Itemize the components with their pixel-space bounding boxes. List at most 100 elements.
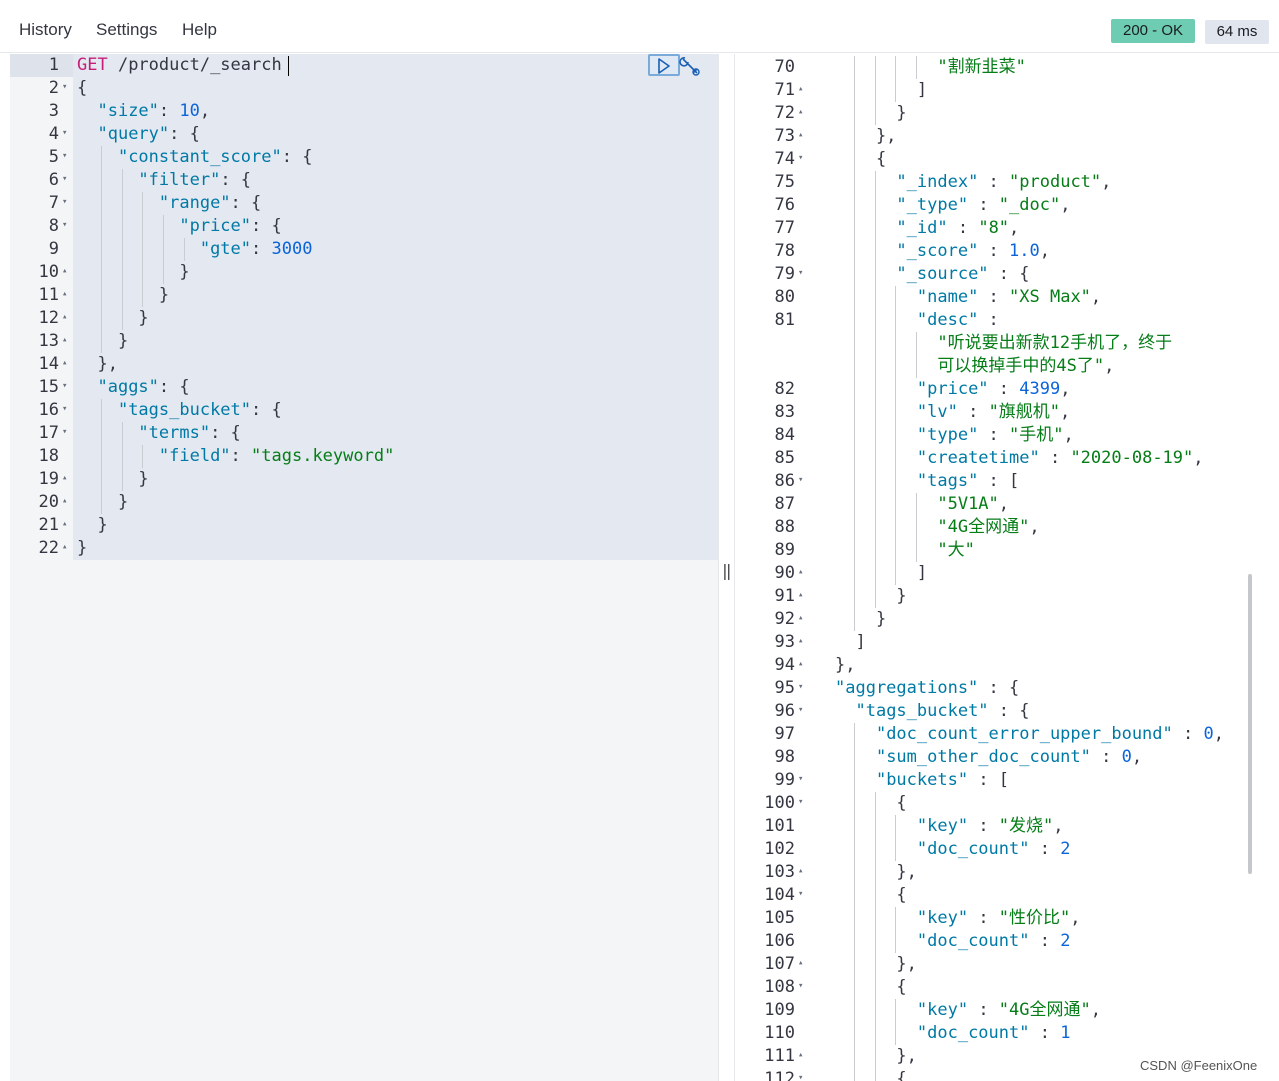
indent-guide [895,815,897,838]
response-scrollbar[interactable] [1248,574,1252,874]
fold-toggle-icon[interactable]: ▾ [798,148,806,169]
code-line: ] [835,632,866,652]
indent-guide [874,1045,876,1068]
code-line: "tags_bucket": { [117,400,282,420]
fold-toggle-icon[interactable]: ▴ [798,125,806,146]
indent-guide [142,284,144,307]
indent-guide [874,976,876,999]
code-line: }, [835,1046,917,1066]
fold-toggle-icon[interactable]: ▾ [798,1068,806,1081]
fold-toggle-icon[interactable]: ▾ [798,677,806,698]
indent-guide [163,215,165,238]
indent-guide [874,378,876,401]
line-number: 20 ▴ [10,491,70,514]
fold-toggle-icon[interactable]: ▴ [62,537,70,558]
indent-guide [853,56,855,79]
fold-toggle-icon[interactable]: ▴ [798,585,806,606]
indent-guide [853,240,855,263]
fold-toggle-icon[interactable]: ▴ [798,861,806,882]
fold-toggle-icon[interactable]: ▾ [798,976,806,997]
fold-toggle-icon[interactable]: ▴ [798,79,806,100]
fold-toggle-icon[interactable]: ▴ [798,654,806,675]
fold-toggle-icon[interactable]: ▾ [62,376,70,397]
fold-toggle-icon[interactable]: ▴ [62,468,70,489]
fold-toggle-icon[interactable]: ▾ [62,123,70,144]
fold-toggle-icon[interactable]: ▴ [798,631,806,652]
code-line: "doc_count" : 1 [916,1023,1071,1043]
indent-guide [916,355,918,378]
fold-toggle-icon[interactable]: ▾ [62,146,70,167]
indent-guide [916,539,918,562]
indent-guide [874,493,876,516]
indent-guide [874,930,876,953]
indent-guide [853,1022,855,1045]
fold-toggle-icon[interactable]: ▾ [62,192,70,213]
menu-history[interactable]: History [19,20,72,40]
code-line: } [77,308,149,328]
fold-toggle-icon[interactable]: ▾ [798,884,806,905]
indent-guide [895,516,897,539]
fold-toggle-icon[interactable]: ▾ [798,470,806,491]
fold-toggle-icon[interactable]: ▾ [62,215,70,236]
indent-guide [853,332,855,355]
resizer-grip-icon[interactable]: ‖ [722,561,732,580]
fold-toggle-icon[interactable]: ▾ [798,792,806,813]
code-line: "tags_bucket" : { [855,701,1030,721]
line-number: 79 ▾ [736,263,806,286]
code-line: } [77,331,129,351]
indent-guide [853,125,855,148]
indent-guide [121,422,123,445]
fold-toggle-icon[interactable]: ▾ [62,169,70,190]
request-settings-button[interactable] [679,55,701,77]
code-line: { [835,885,907,905]
fold-toggle-icon[interactable]: ▾ [62,399,70,420]
fold-toggle-icon[interactable]: ▾ [798,769,806,790]
indent-guide [874,838,876,861]
indent-guide [100,445,102,468]
fold-toggle-icon[interactable]: ▴ [798,562,806,583]
indent-guide [853,470,855,493]
line-number: 90 ▴ [736,562,806,585]
fold-toggle-icon[interactable]: ▴ [798,953,806,974]
code-line: "gte": 3000 [199,239,313,259]
indent-guide [100,284,102,307]
indent-guide [916,56,918,79]
fold-toggle-icon[interactable]: ▴ [62,307,70,328]
indent-guide [874,907,876,930]
code-line: } [77,538,88,558]
fold-toggle-icon[interactable]: ▾ [62,77,70,98]
menu-help[interactable]: Help [182,20,217,40]
fold-toggle-icon[interactable]: ▴ [798,1045,806,1066]
line-number: 73 ▴ [736,125,806,148]
fold-toggle-icon[interactable]: ▴ [62,330,70,351]
line-number [736,355,806,378]
fold-toggle-icon[interactable]: ▴ [798,102,806,123]
indent-guide [142,445,144,468]
indent-guide [853,861,855,884]
indent-guide [874,562,876,585]
line-number: 5 ▾ [10,146,70,169]
fold-toggle-icon[interactable]: ▴ [62,353,70,374]
line-number: 103 ▴ [736,861,806,884]
fold-toggle-icon[interactable]: ▾ [798,700,806,721]
run-request-button[interactable] [648,54,680,76]
fold-toggle-icon[interactable]: ▾ [62,422,70,443]
indent-guide [121,284,123,307]
fold-toggle-icon[interactable]: ▴ [62,261,70,282]
indent-guide [874,585,876,608]
line-number: 1 [48,55,59,75]
code-line: } [77,285,170,305]
menu-settings[interactable]: Settings [96,20,157,40]
indent-guide [142,192,144,215]
code-line: ] [835,563,928,583]
code-line: } [835,586,907,606]
fold-toggle-icon[interactable]: ▴ [62,514,70,535]
fold-toggle-icon[interactable]: ▾ [798,263,806,284]
fold-toggle-icon[interactable]: ▴ [62,491,70,512]
fold-toggle-icon[interactable]: ▴ [798,608,806,629]
indent-guide [121,261,123,284]
indent-guide [895,470,897,493]
fold-toggle-icon[interactable]: ▴ [62,284,70,305]
line-number: 105 [764,908,795,928]
indent-guide [874,309,876,332]
